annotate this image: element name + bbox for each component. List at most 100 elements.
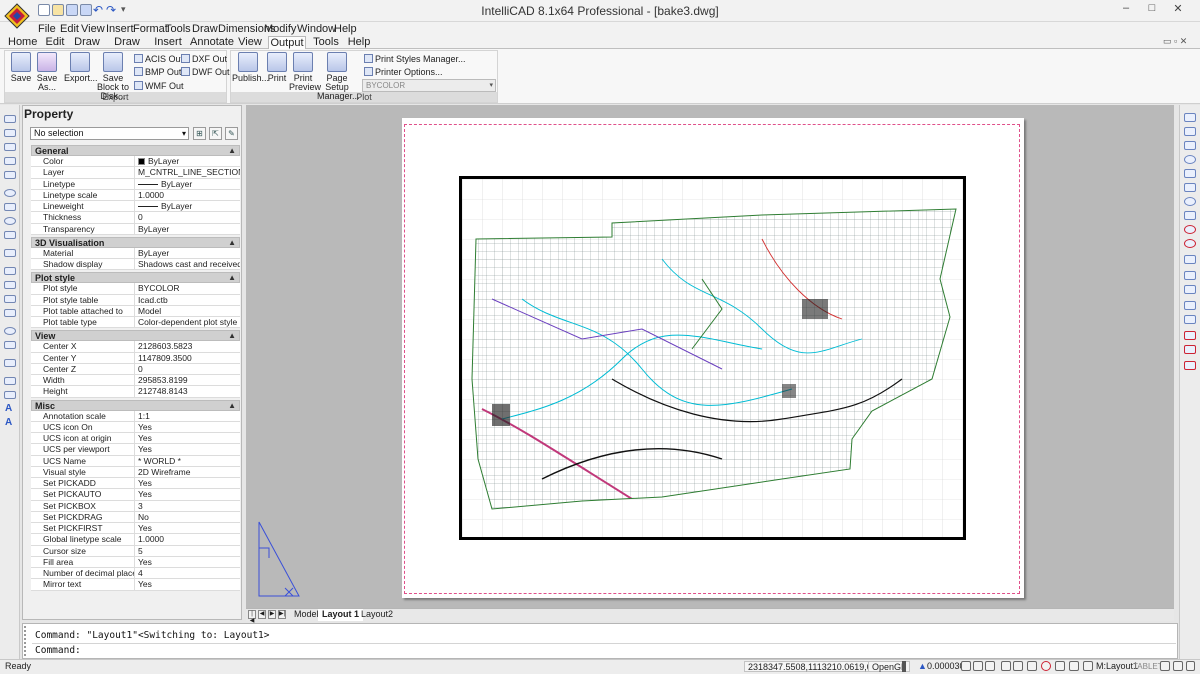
tablet-mode[interactable]: TABLET (1133, 661, 1163, 672)
menu-insert[interactable]: Insert (106, 22, 134, 36)
collapse-icon[interactable]: ▲ (228, 401, 236, 411)
last-tab-button[interactable]: ▶| (278, 610, 286, 619)
status-menu-icon[interactable] (1186, 661, 1195, 671)
command-line-grip-icon[interactable] (24, 626, 30, 656)
property-row[interactable]: Set PICKADD Yes (31, 478, 240, 490)
tab-draw-3d[interactable]: Draw 3D (108, 36, 146, 61)
property-row[interactable]: Set PICKDRAG No (31, 511, 240, 523)
snap-midpoint-icon[interactable] (1184, 127, 1196, 136)
property-row[interactable]: UCS icon On Yes (31, 421, 240, 433)
bmp-out-button[interactable]: BMP Out (134, 66, 181, 78)
section-view[interactable]: View ▲ (31, 330, 240, 342)
save-as-button[interactable]: Save As... (32, 52, 62, 92)
workspace-icon[interactable] (1160, 661, 1170, 671)
property-row[interactable]: Color ByLayer (31, 156, 240, 168)
property-row[interactable]: Mirror text Yes (31, 579, 240, 591)
property-row[interactable]: Plot table type Color-dependent plot styl… (31, 317, 240, 329)
print-button[interactable]: Print (264, 52, 290, 83)
property-row[interactable]: Global linetype scale 1.0000 (31, 534, 240, 546)
snap-tangent-icon[interactable] (1184, 183, 1196, 192)
property-row[interactable]: Set PICKBOX 3 (31, 500, 240, 512)
snap-circle-icon[interactable] (1184, 155, 1196, 164)
snap-insertion-icon[interactable] (1184, 211, 1196, 220)
line-tool-icon[interactable] (4, 115, 16, 123)
property-row[interactable]: Material ByLayer (31, 247, 240, 259)
scale-display[interactable]: 0.000030 (927, 661, 965, 672)
minimize-button[interactable]: – (1113, 2, 1139, 18)
menu-file[interactable]: File (38, 22, 56, 36)
property-row[interactable]: Center Y 1147809.3500 (31, 352, 240, 364)
print-preview-button[interactable]: Print Preview (289, 52, 321, 92)
close-button[interactable]: ✕ (1165, 2, 1191, 18)
snap-settings-icon[interactable] (1184, 345, 1196, 354)
table-tool-icon[interactable] (4, 377, 16, 385)
section-3d-visualisation[interactable]: 3D Visualisation ▲ (31, 236, 240, 248)
ellipse-arc-tool-icon[interactable] (4, 231, 16, 239)
ray-tool-icon[interactable] (4, 143, 16, 151)
print-styles-manager-button[interactable]: Print Styles Manager... (364, 53, 466, 65)
property-row[interactable]: Plot table attached to Model (31, 305, 240, 317)
property-row[interactable]: Thickness 0 (31, 212, 240, 224)
menu-help[interactable]: Help (334, 22, 357, 36)
tab-insert[interactable]: Insert (154, 36, 182, 49)
ribbon-restore-icon[interactable]: ▭ ▫ ✕ (1163, 36, 1187, 47)
mtext-tool-icon[interactable]: A (5, 403, 12, 414)
property-row[interactable]: Annotation scale 1:1 (31, 410, 240, 422)
select-objects-button[interactable]: ⇱ (209, 127, 222, 140)
polar-toggle-icon[interactable] (1001, 661, 1011, 671)
tab-output[interactable]: Output (268, 36, 306, 50)
lock-icon[interactable] (1173, 661, 1183, 671)
ortho-toggle-icon[interactable] (985, 661, 995, 671)
tab-view[interactable]: View (238, 36, 262, 49)
previous-tab-button[interactable]: ◀ (258, 610, 266, 619)
section-general[interactable]: General ▲ (31, 145, 240, 156)
etrack-toggle-icon[interactable] (1027, 661, 1037, 671)
quick-properties-icon[interactable] (1069, 661, 1079, 671)
plot-style-select[interactable]: BYCOLOR ▾ (362, 79, 496, 92)
property-row[interactable]: Transparency ByLayer (31, 223, 240, 235)
tab-help[interactable]: Help (346, 36, 372, 49)
text-tool-icon[interactable]: A (5, 417, 12, 428)
polyline-tool-icon[interactable] (4, 129, 16, 137)
acis-out-button[interactable]: ACIS Out (134, 53, 183, 65)
property-row[interactable]: Visual style 2D Wireframe (31, 466, 240, 478)
spline-tool-icon[interactable] (4, 157, 16, 165)
tab-layout2[interactable]: Layout2 (357, 609, 397, 621)
first-tab-button[interactable]: |◀ (248, 610, 256, 624)
save-block-button[interactable]: Save Block to Disk... (95, 52, 131, 101)
property-row[interactable]: Number of decimal places 4 (31, 568, 240, 580)
property-row[interactable]: UCS Name * WORLD * (31, 455, 240, 467)
snap-node-icon[interactable] (1184, 225, 1196, 234)
snap-apparent-icon[interactable] (1184, 255, 1196, 264)
section-plot-style[interactable]: Plot style ▲ (31, 272, 240, 284)
tab-home[interactable]: Home (8, 36, 37, 49)
snap-none-icon[interactable] (1184, 361, 1196, 370)
tab-tools[interactable]: Tools (312, 36, 340, 49)
hatch-tool-icon[interactable] (4, 295, 16, 303)
publish-button[interactable]: Publish... (232, 52, 269, 83)
snap-intersection-icon[interactable] (1184, 301, 1196, 310)
command-input[interactable]: Command: (35, 645, 81, 656)
menu-window[interactable]: Window (297, 22, 336, 36)
snap-toggle-icon[interactable] (961, 661, 971, 671)
block-tool-icon[interactable] (4, 359, 16, 367)
collapse-icon[interactable]: ▲ (228, 273, 236, 283)
menu-view[interactable]: View (81, 22, 105, 36)
property-row[interactable]: Center X 2128603.5823 (31, 341, 240, 353)
wipeout-tool-icon[interactable] (4, 341, 16, 349)
donut-tool-icon[interactable] (4, 327, 16, 335)
selection-cycling-icon[interactable] (1083, 661, 1093, 671)
menu-format[interactable]: Format (133, 22, 168, 36)
property-row[interactable]: Set PICKAUTO Yes (31, 489, 240, 501)
tab-edit[interactable]: Edit (44, 36, 66, 49)
next-tab-button[interactable]: ▶ (268, 610, 276, 619)
snap-plane-icon[interactable] (1184, 315, 1196, 324)
collapse-icon[interactable]: ▲ (228, 146, 236, 156)
snap-nearest-icon[interactable] (1184, 239, 1196, 248)
property-row[interactable]: Fill area Yes (31, 556, 240, 568)
property-row[interactable]: Lineweight ByLayer (31, 201, 240, 213)
tab-draw[interactable]: Draw (74, 36, 100, 49)
grid-toggle-icon[interactable] (973, 661, 983, 671)
menu-tools[interactable]: Tools (165, 22, 191, 36)
esnap-toggle-icon[interactable] (1013, 661, 1023, 671)
